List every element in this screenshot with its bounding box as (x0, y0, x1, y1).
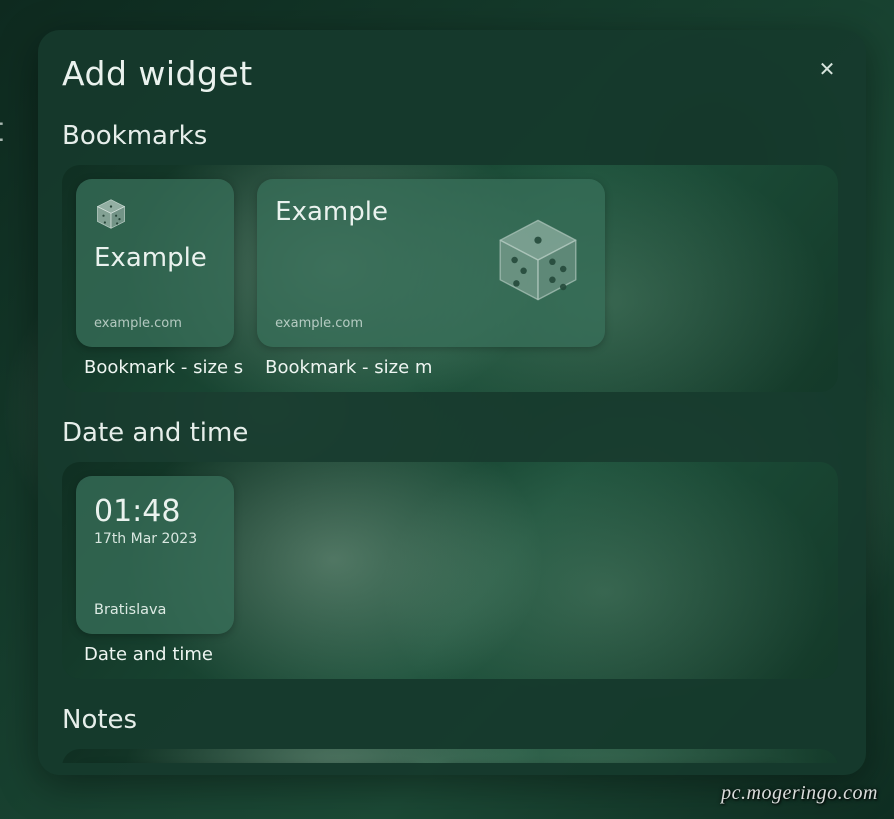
section-title-datetime: Date and time (62, 418, 838, 448)
bookmark-small-label: Bookmark - size s (76, 357, 243, 378)
bookmark-small-title: Example (94, 243, 216, 273)
datetime-label: Date and time (76, 644, 234, 665)
close-button[interactable]: ✕ (812, 54, 842, 84)
section-panel-datetime: 01:48 17th Mar 2023 Bratislava Date and … (62, 462, 838, 679)
add-widget-modal: Add widget ✕ Bookmarks (38, 30, 866, 775)
widget-option-bookmark-m[interactable]: Example example.com (257, 179, 605, 378)
section-title-bookmarks: Bookmarks (62, 121, 838, 151)
modal-title: Add widget (62, 54, 253, 93)
section-title-notes: Notes (62, 705, 838, 735)
datetime-date: 17th Mar 2023 (94, 531, 216, 547)
section-panel-notes: Shopping list Shopping list (62, 749, 838, 763)
modal-header: Add widget ✕ (62, 54, 842, 93)
dice-icon (493, 215, 583, 305)
section-panel-bookmarks: Example example.com Bookmark - size s Ex… (62, 165, 838, 392)
datetime-location: Bratislava (94, 602, 216, 618)
bookmark-medium-subtitle: example.com (275, 316, 363, 331)
bookmark-medium-label: Bookmark - size m (257, 357, 605, 378)
modal-scroll-area[interactable]: Bookmarks (62, 115, 842, 763)
datetime-time: 01:48 (94, 494, 216, 529)
watermark-text: pc.mogeringo.com (721, 782, 878, 805)
bookmark-card-small: Example example.com (76, 179, 234, 347)
close-icon: ✕ (819, 57, 836, 81)
datetime-card: 01:48 17th Mar 2023 Bratislava (76, 476, 234, 634)
dice-icon (94, 197, 216, 231)
bookmark-card-medium: Example example.com (257, 179, 605, 347)
widget-option-datetime[interactable]: 01:48 17th Mar 2023 Bratislava Date and … (76, 476, 234, 665)
widget-option-bookmark-s[interactable]: Example example.com Bookmark - size s (76, 179, 243, 378)
bookmark-small-subtitle: example.com (94, 316, 216, 331)
